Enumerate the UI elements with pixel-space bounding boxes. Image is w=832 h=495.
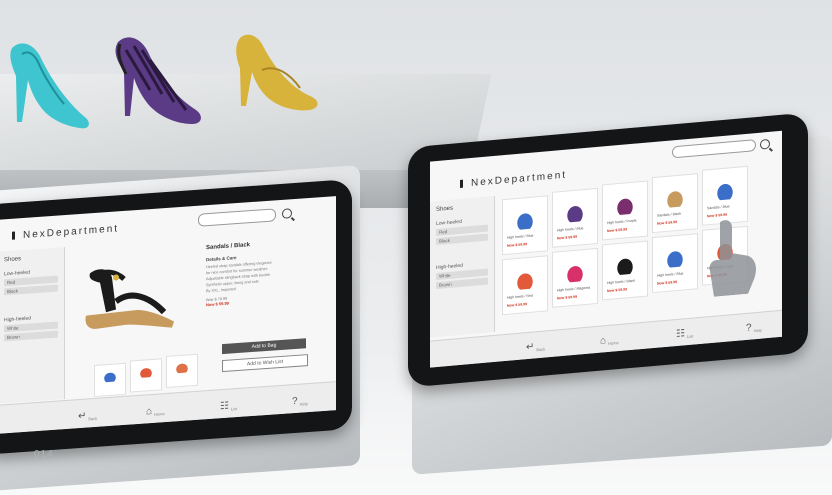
product-tile[interactable]: High heels / Red Now $ 59.99	[502, 255, 548, 316]
product-tile[interactable]: High heels / Black Now $ 59.99	[602, 240, 648, 301]
back-arrow-icon: ↵	[78, 410, 87, 423]
product-details: Sandals / Black Details & Care Heeled st…	[206, 237, 324, 307]
product-price: Now $ 59.99	[607, 287, 628, 294]
nav-back[interactable]: ↵ Back	[526, 341, 545, 353]
filter-option-brown[interactable]: Brown	[4, 330, 58, 342]
product-tile[interactable]: High heels / Magenta Now $ 59.99	[552, 247, 598, 308]
product-thumbnail	[510, 264, 540, 291]
search-input[interactable]	[198, 208, 276, 227]
list-icon: ☷	[676, 328, 685, 341]
search-icon[interactable]	[282, 208, 292, 219]
product-price: Now $ 59.99	[557, 234, 578, 241]
product-tile[interactable]: High heels / Blue Now $ 59.99	[652, 233, 698, 294]
category-sidebar: Shoes Low-heeled Red Black High-heeled W…	[430, 195, 495, 338]
nav-back[interactable]: ↵ Back	[78, 410, 97, 423]
product-tile[interactable]: High heels / Blue Now $ 59.99	[552, 187, 598, 248]
brand-mark-icon	[12, 231, 15, 240]
sidebar-title: Shoes	[436, 205, 454, 214]
home-icon: ⌂	[146, 405, 153, 418]
product-title: High heels / Blue	[507, 233, 534, 240]
product-price: Now $ 59.99	[657, 279, 678, 286]
thumbnail-red[interactable]	[130, 358, 162, 393]
right-kiosk-screen: NexDepartment Shoes Low-heeled Red Black…	[430, 130, 782, 368]
touching-hand	[709, 220, 756, 297]
nav-help[interactable]: ? Help	[746, 322, 762, 334]
product-thumbnail	[560, 197, 590, 224]
product-thumbnail	[660, 182, 690, 209]
product-title: High heels / Black	[607, 278, 636, 286]
product-title: Sandals / Blue	[707, 204, 730, 211]
back-arrow-icon: ↵	[526, 341, 535, 354]
product-thumbnail	[660, 242, 690, 269]
product-tile[interactable]: High heels / Blue Now $ 59.99	[502, 195, 548, 256]
product-title: Sandals / Black	[206, 242, 251, 252]
brand-name: NexDepartment	[471, 169, 568, 189]
thumbnail-pink[interactable]	[166, 353, 198, 388]
product-price: Now $ 59.99	[607, 227, 628, 234]
search-icon[interactable]	[760, 138, 770, 150]
product-title: High heels / Blue	[557, 226, 584, 233]
search-input[interactable]	[672, 139, 756, 159]
nav-help[interactable]: ? Help	[292, 396, 308, 407]
product-title: High heels / Magenta	[557, 285, 591, 293]
product-thumbnail	[710, 175, 740, 202]
product-price: Now $ 59.99	[557, 294, 578, 301]
product-title: Sandals / Black	[657, 211, 682, 218]
product-tile[interactable]: Sandals / Black Now $ 59.99	[652, 173, 698, 234]
filter-option-black[interactable]: Black	[4, 284, 58, 296]
brand-mark-icon	[460, 179, 463, 188]
add-to-wishlist-button[interactable]: Add to Wish List	[222, 354, 308, 373]
thumbnail-blue[interactable]	[94, 362, 126, 398]
help-icon: ?	[746, 322, 752, 334]
shelf-shoes	[10, 34, 318, 129]
product-thumbnail	[610, 189, 640, 217]
product-tile[interactable]: High heels / Purple Now $ 59.99	[602, 180, 648, 241]
product-thumbnail	[610, 249, 640, 277]
sidebar-title: Shoes	[4, 256, 22, 264]
product-price: Now $ 59.99	[507, 302, 528, 308]
nav-home[interactable]: ⌂ Home	[600, 335, 619, 347]
nav-list[interactable]: ☷ List	[220, 400, 237, 413]
nav-list[interactable]: ☷ List	[676, 328, 693, 341]
gold-slingback	[236, 34, 318, 111]
brand-name: NexDepartment	[23, 223, 120, 241]
left-kiosk-bezel: NexDepartment Shoes Low-heeled Red Black…	[0, 178, 352, 456]
product-title: High heels / Purple	[607, 218, 637, 226]
nav-home[interactable]: ⌂ Home	[146, 406, 165, 417]
product-image	[85, 269, 174, 329]
help-icon: ?	[292, 395, 298, 408]
product-title: High heels / Red	[507, 293, 533, 300]
product-title: High heels / Blue	[657, 271, 684, 278]
turquoise-pump	[10, 43, 89, 129]
brand-logo: NexDepartment	[12, 223, 119, 241]
product-thumbnail	[510, 204, 540, 231]
right-kiosk-bezel: NexDepartment Shoes Low-heeled Red Black…	[408, 112, 808, 388]
home-icon: ⌂	[600, 335, 607, 347]
purple-striped-pump	[115, 37, 201, 125]
brand-logo: NexDepartment	[460, 170, 567, 190]
add-to-bag-button[interactable]: Add to Bag	[222, 338, 306, 355]
product-thumbnail	[560, 257, 590, 284]
left-kiosk-screen: NexDepartment Shoes Low-heeled Red Black…	[0, 196, 336, 434]
product-price: Now $ 59.99	[507, 242, 528, 248]
page-number: 014	[34, 449, 54, 460]
product-price: Now $ 59.99	[657, 219, 678, 226]
category-sidebar: Shoes Low-heeled Red Black High-heeled W…	[0, 247, 65, 404]
list-icon: ☷	[220, 400, 229, 413]
